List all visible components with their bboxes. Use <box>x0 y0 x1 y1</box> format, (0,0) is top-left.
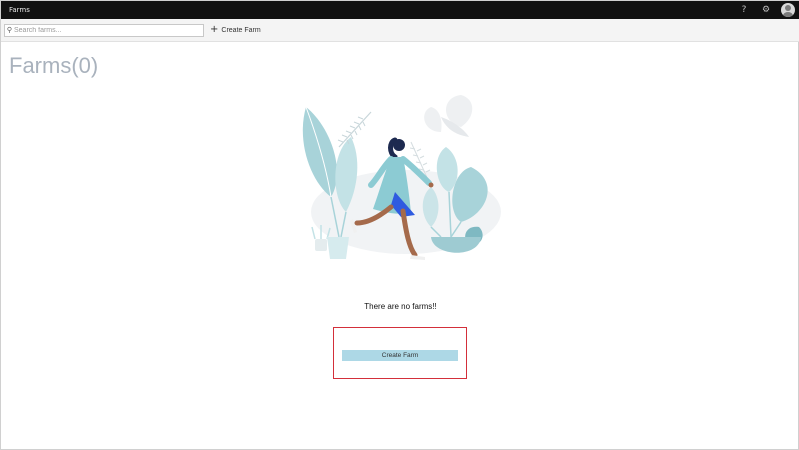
search-input[interactable] <box>14 24 202 36</box>
avatar[interactable] <box>781 3 795 17</box>
command-bar: ⚲ + Create Farm <box>1 19 799 42</box>
create-farm-button[interactable]: Create Farm <box>342 350 458 361</box>
settings-icon[interactable]: ⚙ <box>755 1 777 19</box>
help-icon[interactable]: ? <box>733 1 755 19</box>
top-bar: Farms ? ⚙ <box>1 1 799 19</box>
empty-state-illustration <box>302 95 501 260</box>
page-title: Farms(0) <box>9 53 99 78</box>
empty-state-message: There are no farms!! <box>364 302 437 311</box>
plus-icon: + <box>210 24 219 35</box>
app-title: Farms <box>9 6 30 14</box>
search-icon: ⚲ <box>6 26 13 34</box>
app-window: Farms ? ⚙ ⚲ + Create Farm Farms(0) <box>0 0 799 450</box>
create-farm-toolbar-label: Create Farm <box>221 26 261 34</box>
create-farm-toolbar-button[interactable]: + Create Farm <box>210 25 261 35</box>
search-box[interactable]: ⚲ <box>4 23 204 37</box>
